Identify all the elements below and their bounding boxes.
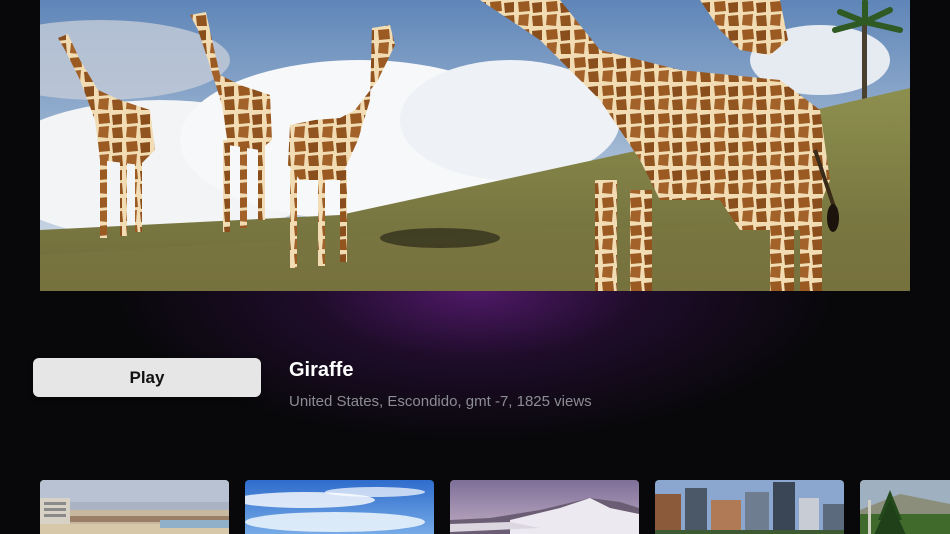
city-skyscrapers-photo [655,480,844,534]
green-forest-hills-photo [860,480,950,534]
thumbnail-sky[interactable] [245,480,434,534]
play-button[interactable]: Play [33,358,261,397]
video-title: Giraffe [289,359,354,381]
video-subtitle: United States, Escondido, gmt -7, 1825 v… [289,393,592,410]
app-screen: Play Giraffe United States, Escondido, g… [0,0,950,534]
thumbnail-mountain[interactable] [450,480,639,534]
hero-image [40,0,910,291]
beach-city-photo [40,480,229,534]
giraffe-hero-photo [40,0,910,291]
thumbnail-city[interactable] [655,480,844,534]
thumbnail-beach[interactable] [40,480,229,534]
blue-sky-clouds-photo [245,480,434,534]
thumbnail-forest[interactable] [860,480,950,534]
snowy-mountain-photo [450,480,639,534]
